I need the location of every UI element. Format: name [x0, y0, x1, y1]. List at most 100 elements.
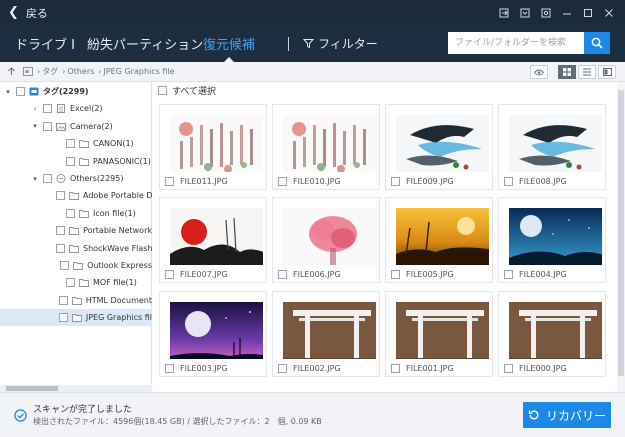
file-checkbox[interactable] [165, 364, 174, 373]
chevron-down-icon[interactable]: ▾ [30, 175, 40, 183]
file-card[interactable]: FILE007.JPG [159, 197, 267, 283]
file-name: FILE007.JPG [180, 270, 228, 279]
tree-checkbox[interactable] [58, 295, 68, 305]
sidebar-item[interactable]: Icon file(1) [0, 205, 152, 222]
tab-recovery-candidates[interactable]: 復元候補 [203, 25, 255, 62]
tree-checkbox[interactable] [43, 104, 52, 114]
export-button[interactable] [493, 4, 514, 22]
select-all-row[interactable]: すべて選択 [152, 82, 625, 98]
file-label-row: FILE006.JPG [278, 268, 341, 281]
file-card[interactable]: FILE010.JPG [272, 104, 380, 190]
maximize-button[interactable] [577, 4, 598, 22]
scrollbar-thumb[interactable] [6, 386, 58, 391]
list-view-button[interactable] [578, 65, 596, 79]
file-card[interactable]: FILE000.JPG [498, 291, 606, 377]
recover-button[interactable]: リカバリー [523, 402, 611, 428]
tree-checkbox[interactable] [43, 121, 52, 131]
sidebar-item[interactable]: › Excel(2) [0, 100, 152, 117]
sidebar-item-label: Camera(2) [70, 121, 113, 131]
grid-vertical-scrollbar[interactable] [617, 82, 625, 392]
file-checkbox[interactable] [504, 270, 513, 279]
tree-checkbox[interactable] [66, 139, 75, 149]
file-checkbox[interactable] [391, 364, 400, 373]
breadcrumb-item[interactable]: Others [67, 67, 94, 76]
minimize-button[interactable] [556, 4, 577, 22]
folder-icon [69, 227, 80, 236]
sidebar-item[interactable]: PANASONIC(1) [0, 153, 152, 170]
sidebar-item[interactable]: CANON(1) [0, 135, 152, 152]
sidebar-item[interactable]: Adobe Portable D [0, 187, 152, 204]
sidebar-item[interactable]: ▾ Others(2295) [0, 170, 152, 187]
close-icon [604, 8, 613, 17]
tree-checkbox[interactable] [56, 191, 65, 201]
chevron-right-icon[interactable]: › [30, 105, 40, 113]
file-checkbox[interactable] [278, 364, 287, 373]
file-card[interactable]: FILE008.JPG [498, 104, 606, 190]
scrollbar-thumb[interactable] [618, 90, 624, 376]
settings-button[interactable] [535, 4, 556, 22]
breadcrumb-item[interactable]: タグ [42, 66, 58, 77]
tree-checkbox[interactable] [66, 208, 75, 218]
chevron-down-icon[interactable]: ▾ [30, 122, 40, 130]
tab-label: 復元候補 [203, 38, 256, 53]
file-card[interactable]: FILE001.JPG [385, 291, 493, 377]
detail-view-button[interactable] [598, 65, 616, 79]
file-card[interactable]: FILE009.JPG [385, 104, 493, 190]
sidebar-item-label: Excel(2) [70, 104, 103, 114]
search-input[interactable] [448, 32, 584, 54]
tab-drive[interactable]: ドライブ I [15, 25, 75, 62]
sidebar-item[interactable]: Portable Network [0, 222, 152, 239]
select-all-checkbox[interactable] [158, 85, 167, 95]
file-label-row: FILE002.JPG [278, 362, 341, 375]
search-button[interactable] [584, 32, 610, 54]
file-thumbnail [509, 208, 602, 265]
arrow-up-icon [8, 67, 15, 75]
tree-checkbox[interactable] [66, 278, 75, 288]
file-checkbox[interactable] [391, 270, 400, 279]
sidebar-item[interactable]: Outlook Express [0, 257, 152, 274]
filter-icon [303, 39, 314, 49]
file-card[interactable]: FILE004.JPG [498, 197, 606, 283]
back-button[interactable]: ❮ 戻る [8, 0, 48, 25]
file-checkbox[interactable] [391, 177, 400, 186]
preview-toggle-button[interactable] [530, 65, 548, 79]
tree-checkbox[interactable] [56, 243, 65, 253]
file-checkbox[interactable] [165, 270, 174, 279]
filter-button[interactable]: フィルター [303, 25, 378, 62]
sidebar-item[interactable]: MOF file(1) [0, 274, 152, 291]
breadcrumb-item[interactable]: JPEG Graphics file [104, 67, 175, 76]
file-thumbnail [509, 302, 602, 359]
sidebar-item-label: Icon file(1) [93, 208, 136, 218]
tree-checkbox[interactable] [43, 174, 52, 183]
tree-checkbox[interactable] [56, 226, 66, 236]
thumbnail-frame [278, 110, 376, 172]
file-card[interactable]: FILE011.JPG [159, 104, 267, 190]
file-checkbox[interactable] [504, 177, 513, 186]
download-button[interactable] [514, 4, 535, 22]
thumbnail-frame [391, 203, 489, 265]
tab-lost-partition[interactable]: 紛失パーティション [87, 25, 203, 62]
sidebar-item[interactable]: HTML Document [0, 292, 152, 309]
file-checkbox[interactable] [504, 364, 513, 373]
up-arrow-button[interactable] [7, 67, 16, 76]
file-checkbox[interactable] [165, 177, 174, 186]
sidebar-item[interactable]: ▾ タグ(2299) [0, 83, 152, 100]
sidebar-horizontal-scrollbar[interactable] [0, 385, 152, 392]
sidebar-item[interactable]: ▾ Camera(2) [0, 118, 152, 135]
tree-checkbox[interactable] [66, 156, 75, 166]
file-card[interactable]: FILE005.JPG [385, 197, 493, 283]
close-button[interactable] [598, 4, 619, 22]
file-card[interactable]: FILE003.JPG [159, 291, 267, 377]
tree-checkbox[interactable] [16, 87, 25, 96]
grid-view-button[interactable] [558, 65, 576, 79]
file-checkbox[interactable] [278, 177, 287, 186]
sidebar-item[interactable]: JPEG Graphics fil [0, 309, 152, 327]
chevron-down-icon[interactable]: ▾ [3, 88, 13, 96]
file-card[interactable]: FILE002.JPG [272, 291, 380, 377]
file-label-row: FILE010.JPG [278, 175, 341, 188]
file-checkbox[interactable] [278, 270, 287, 279]
tree-checkbox[interactable] [60, 261, 70, 270]
tree-checkbox[interactable] [58, 313, 68, 323]
file-card[interactable]: FILE006.JPG [272, 197, 380, 283]
sidebar-item[interactable]: ShockWave Flash [0, 240, 152, 257]
